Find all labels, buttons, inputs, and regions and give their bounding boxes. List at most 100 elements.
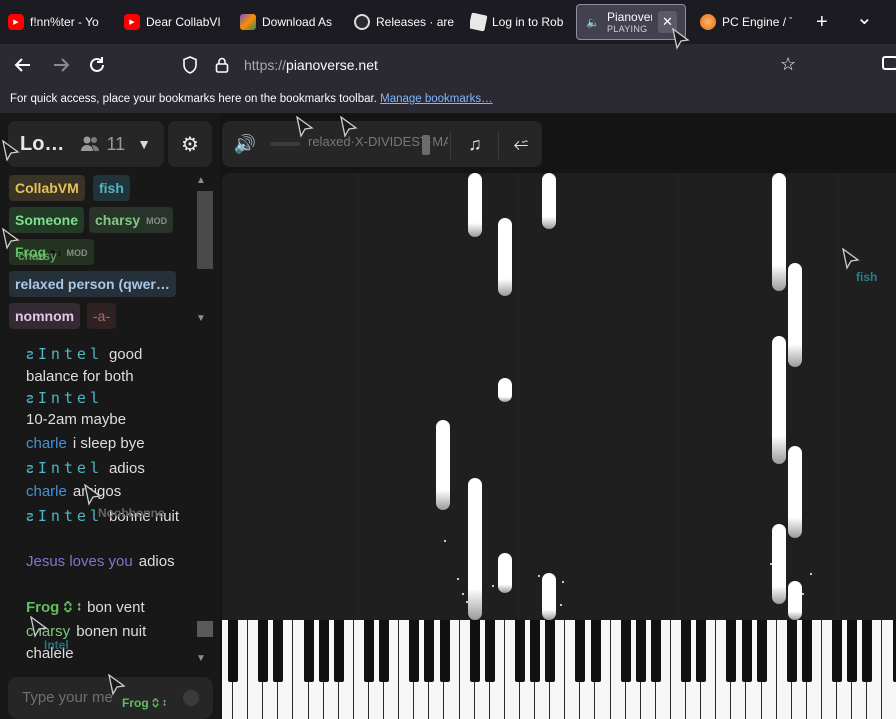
user-chip[interactable]: relaxed person (qwer… [9, 271, 176, 297]
black-key[interactable] [318, 620, 329, 682]
room-header[interactable]: Lo… 11 ▼ [8, 121, 164, 167]
user-chip[interactable]: nomnom [9, 303, 81, 329]
black-key[interactable] [801, 620, 812, 682]
black-key[interactable] [862, 620, 873, 682]
address-bar[interactable]: https://pianoverse.net [180, 50, 820, 80]
falling-note [498, 218, 512, 296]
list-tabs-icon[interactable]: ⌄ [856, 6, 873, 30]
scroll-down-icon[interactable]: ▼ [196, 313, 206, 324]
volume-icon[interactable]: 🔊 [228, 121, 262, 167]
black-key[interactable] [726, 620, 737, 682]
user-chip[interactable]: charsy MOD [89, 207, 174, 233]
piano-keyboard[interactable] [222, 620, 896, 719]
volume-slider[interactable] [270, 142, 300, 146]
reload-icon[interactable] [84, 52, 110, 78]
particle [444, 540, 446, 542]
particle [457, 578, 459, 580]
chat-message: ꙅIntel good balance for both [26, 345, 143, 385]
user-chip-ghost: charsy [18, 249, 57, 263]
particle [562, 581, 564, 583]
black-key[interactable] [575, 620, 586, 682]
black-key[interactable] [409, 620, 420, 682]
black-key[interactable] [681, 620, 692, 682]
falling-note [436, 420, 450, 510]
user-list: nomnom CollabVM fish Someone charsyMOD F… [6, 171, 196, 331]
black-key[interactable] [424, 620, 435, 682]
black-key[interactable] [258, 620, 269, 682]
particle [462, 593, 464, 595]
tab-releases[interactable]: Releases · are [354, 4, 460, 40]
slider-handle[interactable] [422, 135, 430, 155]
falling-note [468, 173, 482, 237]
chat-message: Frog 🯰🯱 bon vent [26, 599, 145, 616]
black-key[interactable] [515, 620, 525, 682]
user-chip[interactable]: CollabVM [9, 175, 85, 201]
black-key[interactable] [741, 620, 752, 682]
bookmark-star-icon[interactable]: ☆ [780, 54, 796, 75]
black-key[interactable] [832, 620, 843, 682]
tab-pianoverse[interactable]: 🔈 Pianovers PLAYING ✕ [576, 4, 686, 40]
particle [466, 601, 468, 603]
black-key[interactable] [303, 620, 314, 682]
chat-message: ꙅIntel 10-2am maybe [26, 389, 127, 428]
black-key[interactable] [364, 620, 374, 682]
new-tab-button[interactable]: + [816, 10, 828, 34]
chat-message: Jesus loves you adios [26, 553, 175, 570]
tab-finnter[interactable]: ▶ f!nn%ter - Yo [8, 4, 114, 40]
tab-dear-collabvm[interactable]: ▶ Dear CollabVI [124, 4, 230, 40]
youtube-icon: ▶ [8, 14, 24, 30]
black-key[interactable] [333, 620, 344, 682]
particle [538, 575, 540, 577]
black-key[interactable] [696, 620, 707, 682]
shield-icon[interactable] [180, 55, 200, 75]
black-key[interactable] [469, 620, 480, 682]
user-chip[interactable]: -a- [87, 303, 117, 329]
music-note-icon[interactable]: ♫ [458, 121, 492, 167]
tab-download[interactable]: Download As [240, 4, 346, 40]
mail-icon[interactable] [882, 56, 896, 70]
mod-badge: MOD [146, 216, 168, 226]
pianoverse-app: Lo… 11 ▼ ⚙ nomnom CollabVM fish Someone … [0, 113, 896, 719]
black-key[interactable] [650, 620, 661, 682]
chevron-down-icon[interactable]: ▼ [137, 136, 151, 152]
chat-scrollbar[interactable] [197, 621, 213, 637]
black-key[interactable] [847, 620, 858, 682]
black-key[interactable] [786, 620, 797, 682]
black-key[interactable] [379, 620, 390, 682]
black-key[interactable] [273, 620, 284, 682]
falling-note [772, 524, 786, 604]
black-key[interactable] [756, 620, 767, 682]
manage-bookmarks-link[interactable]: Manage bookmarks… [380, 93, 493, 105]
lock-icon[interactable] [212, 55, 232, 75]
falling-note [788, 581, 802, 620]
tab-bar: ▶ f!nn%ter - Yo ▶ Dear CollabVI Download… [0, 0, 896, 44]
scroll-up-icon[interactable]: ▲ [196, 175, 206, 186]
black-key[interactable] [545, 620, 556, 682]
user-chip[interactable]: Someone [9, 207, 85, 233]
settings-button[interactable]: ⚙ [168, 121, 212, 167]
cursor-label: fish [856, 270, 878, 284]
send-icon[interactable] [183, 690, 199, 706]
falling-note [468, 478, 482, 620]
user-chip[interactable]: fish [93, 175, 130, 201]
browser-window: ▶ f!nn%ter - Yo ▶ Dear CollabVI Download… [0, 0, 896, 719]
black-key[interactable] [590, 620, 601, 682]
scroll-down-icon[interactable]: ▼ [196, 653, 206, 664]
particle [810, 573, 812, 575]
url-text: https://pianoverse.net [244, 57, 378, 73]
black-key[interactable] [892, 620, 896, 682]
black-key[interactable] [530, 620, 541, 682]
back-arrow-icon[interactable] [10, 52, 36, 78]
usb-midi-icon[interactable]: ⭁ [506, 121, 536, 167]
tab-pc-engine[interactable]: PC Engine / T [700, 4, 792, 40]
user-list-scrollbar[interactable] [197, 191, 213, 269]
tab-roblox-login[interactable]: Log in to Rob [470, 4, 570, 40]
black-key[interactable] [484, 620, 495, 682]
black-key[interactable] [439, 620, 450, 682]
black-key[interactable] [635, 620, 646, 682]
black-key[interactable] [620, 620, 631, 682]
forward-arrow-icon[interactable] [48, 52, 74, 78]
piano-toolbar: 🔊 relaxed·X-DIVIDEST·MAR... ♫ ⭁ [222, 121, 542, 167]
black-key[interactable] [228, 620, 239, 682]
gear-icon: ⚙ [181, 133, 199, 156]
